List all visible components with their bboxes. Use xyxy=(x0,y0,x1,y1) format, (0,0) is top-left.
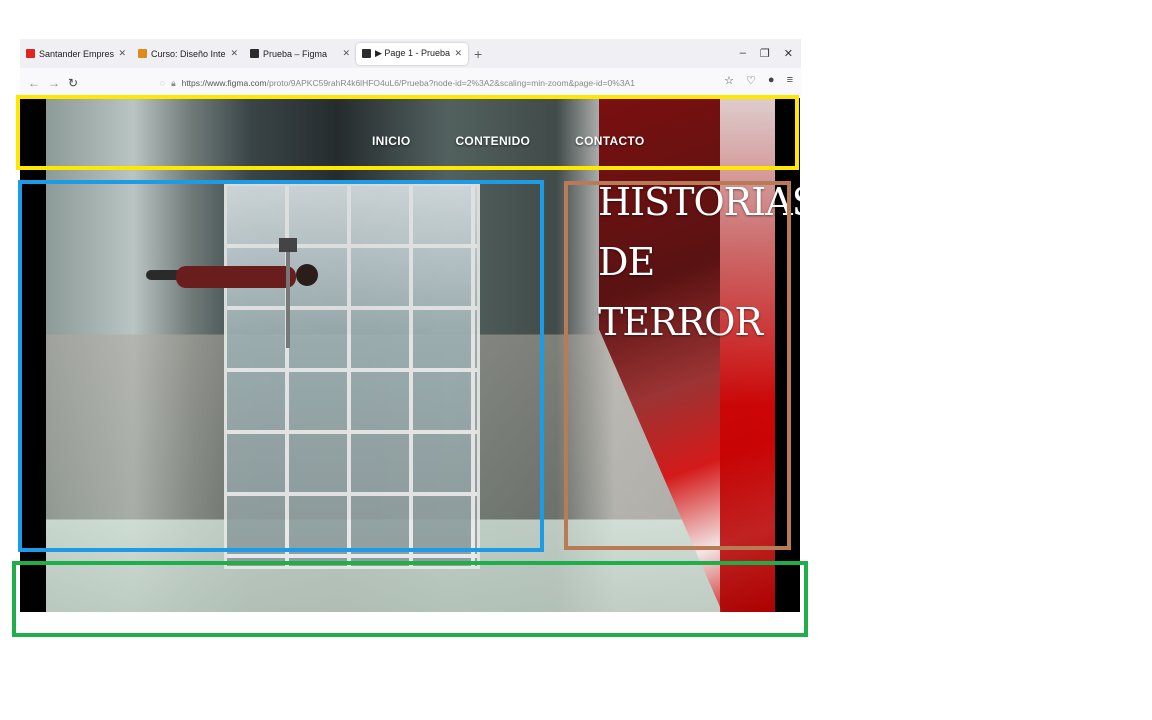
hero-title-line1: HISTORIAS xyxy=(598,180,800,224)
url-text: https://www.figma.com/proto/9APKC59rahR4… xyxy=(182,78,635,88)
tab-figma-prueba[interactable]: Prueba – Figma ✕ xyxy=(244,43,356,65)
tab-santander[interactable]: Santander Empresas soluciones ✕ xyxy=(20,43,132,65)
window-image xyxy=(224,183,480,569)
nav-right-icons: ☆ ♡ ● ≡ xyxy=(724,74,793,87)
lock-icon[interactable]: 🔒︎ xyxy=(171,78,176,89)
pocket-icon[interactable]: ♡ xyxy=(746,74,756,87)
nav-contenido[interactable]: CONTENIDO xyxy=(455,134,530,148)
forward-icon[interactable]: → xyxy=(48,76,60,90)
tab-bar: Santander Empresas soluciones ✕ Curso: D… xyxy=(20,39,801,68)
figma-icon xyxy=(362,49,371,58)
minimize-button[interactable]: – xyxy=(740,47,746,60)
tab-page1-prueba[interactable]: ▶ Page 1 - Prueba ✕ xyxy=(356,42,468,65)
figure-body xyxy=(176,266,296,288)
nav-contacto[interactable]: CONTACTO xyxy=(575,134,644,148)
axe-icon xyxy=(279,238,297,252)
santander-icon xyxy=(26,49,35,58)
menu-icon[interactable]: ≡ xyxy=(787,74,793,87)
figure-head xyxy=(296,264,318,286)
star-icon[interactable]: ☆ xyxy=(724,74,734,87)
hero-title-line2: DE TERROR xyxy=(598,240,763,344)
figure-image xyxy=(146,248,326,298)
tab-title: Santander Empresas soluciones xyxy=(39,48,115,59)
url-host: https://www.figma.com xyxy=(181,78,267,88)
close-window-button[interactable]: ✕ xyxy=(784,47,793,60)
window-controls: – ❐ ✕ xyxy=(740,47,801,60)
account-icon[interactable]: ● xyxy=(768,74,775,87)
course-icon xyxy=(138,49,147,58)
tab-curso[interactable]: Curso: Diseño Interfaces Web 2 ✕ xyxy=(132,43,244,65)
url-bar[interactable]: ◌ 🔒︎ https://www.figma.com/proto/9APKC59… xyxy=(160,72,706,94)
tab-title: Curso: Diseño Interfaces Web 2 xyxy=(151,48,226,59)
back-icon[interactable]: ← xyxy=(28,76,40,90)
close-icon[interactable]: ✕ xyxy=(118,48,126,59)
site-nav: INICIO CONTENIDO CONTACTO xyxy=(372,134,644,148)
close-icon[interactable]: ✕ xyxy=(230,48,238,59)
nav-bar: ← → ↻ ◌ 🔒︎ https://www.figma.com/proto/9… xyxy=(20,68,801,98)
close-icon[interactable]: ✕ xyxy=(454,48,462,59)
new-tab-button[interactable]: + xyxy=(474,46,482,62)
nav-inicio[interactable]: INICIO xyxy=(372,134,410,148)
hero-title: HISTORIAS DE TERROR xyxy=(598,172,800,352)
tab-title: Prueba – Figma xyxy=(263,48,328,59)
url-path: /proto/9APKC59rahR4k6lHFO4uL6/Prueba?nod… xyxy=(266,78,635,88)
restore-button[interactable]: ❐ xyxy=(760,47,770,60)
page-content: INICIO CONTENIDO CONTACTO HISTORIAS DE T… xyxy=(20,98,800,612)
reload-icon[interactable]: ↻ xyxy=(68,76,78,90)
tab-title: ▶ Page 1 - Prueba xyxy=(375,48,450,58)
shield-icon[interactable]: ◌ xyxy=(160,78,165,88)
close-icon[interactable]: ✕ xyxy=(342,48,350,59)
figma-icon xyxy=(250,49,259,58)
axe-handle xyxy=(286,238,290,348)
